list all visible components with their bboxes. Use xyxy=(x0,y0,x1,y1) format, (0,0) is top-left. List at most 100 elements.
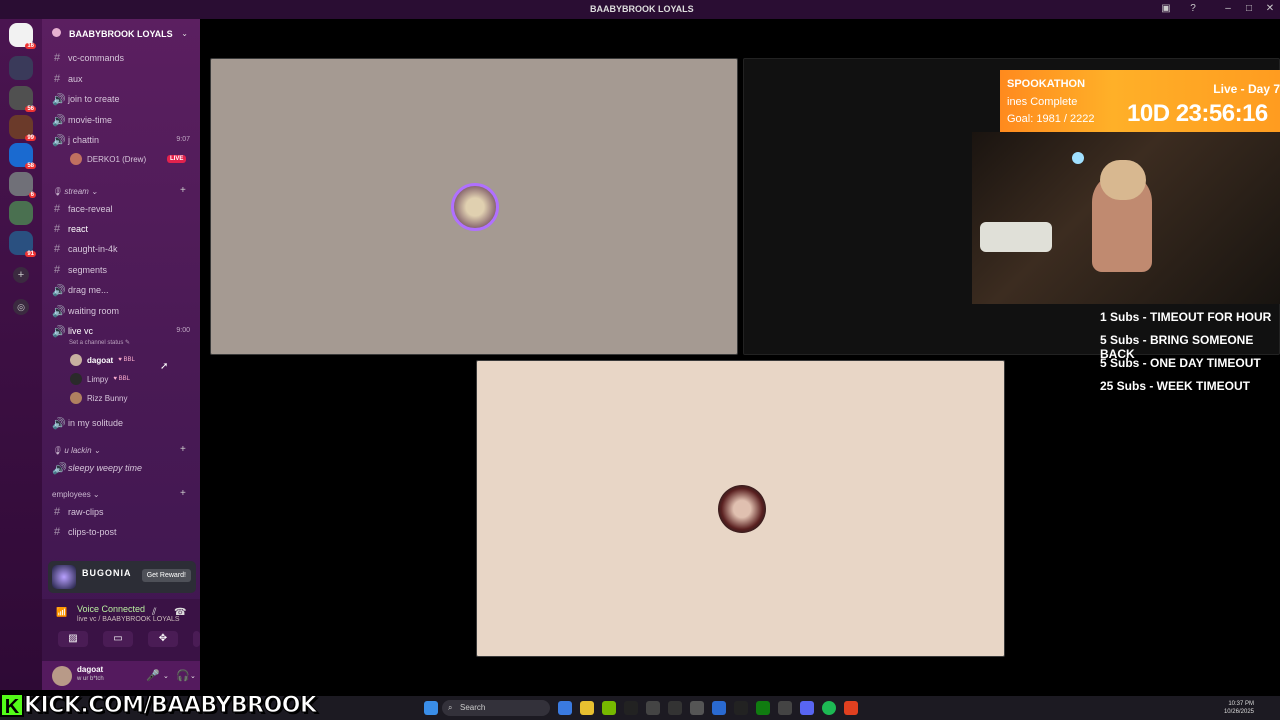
channel-voice[interactable]: 🔊 j chattin xyxy=(52,132,99,148)
avatar xyxy=(70,354,82,366)
channel-label: join to create xyxy=(68,94,120,104)
noise-suppression-icon[interactable]: ⫽ xyxy=(152,607,156,618)
hash-icon: # xyxy=(53,526,61,538)
voice-member[interactable]: DERKO1 (Drew) xyxy=(70,152,146,166)
app-icon[interactable] xyxy=(624,701,638,715)
participant-tile[interactable] xyxy=(476,360,1005,657)
category-stream[interactable]: 🎙 stream ⌄ xyxy=(52,187,98,196)
server-icon[interactable]: 58 xyxy=(9,143,36,169)
channel-label: clips-to-post xyxy=(68,527,117,537)
taskbar-search[interactable]: ⌕ Search xyxy=(442,700,550,716)
channel-text[interactable]: # raw-clips xyxy=(52,504,104,520)
member-tag: ♥ BBL xyxy=(118,357,135,363)
disconnect-icon[interactable]: ☎ xyxy=(174,607,186,618)
mic-icon[interactable]: 🎤 xyxy=(146,669,160,682)
app-icon[interactable] xyxy=(668,701,682,715)
server-icon[interactable]: 6 xyxy=(9,172,36,198)
channel-voice-active[interactable]: 🔊 live vc xyxy=(52,323,93,339)
member-tag: ♥ BBL xyxy=(113,376,130,382)
brave-icon[interactable] xyxy=(844,701,858,715)
sub-goal-line: 5 Subs - ONE DAY TIMEOUT xyxy=(1100,356,1261,370)
close-button[interactable]: ✕ xyxy=(1264,3,1276,15)
file-explorer-icon[interactable] xyxy=(580,701,594,715)
server-icon[interactable]: 99 xyxy=(9,115,36,141)
chevron-down-icon[interactable]: ⌄ xyxy=(163,672,169,680)
category-employees[interactable]: employees ⌄ xyxy=(52,490,100,499)
add-channel-icon[interactable]: + xyxy=(180,444,186,455)
speaker-icon: 🔊 xyxy=(52,114,66,127)
user-name[interactable]: dagoat xyxy=(77,665,103,674)
channel-text[interactable]: # segments xyxy=(52,262,107,278)
channel-voice[interactable]: 🔊 in my solitude xyxy=(52,415,123,431)
activities-icon[interactable]: ✥ xyxy=(148,631,178,647)
steam-icon[interactable] xyxy=(690,701,704,715)
channel-text[interactable]: # aux xyxy=(52,71,83,87)
discord-icon[interactable] xyxy=(800,701,814,715)
voice-member[interactable]: dagoat ♥ BBL xyxy=(70,353,135,367)
member-name: dagoat xyxy=(87,355,114,365)
add-server-icon[interactable]: + xyxy=(13,267,29,283)
voice-member[interactable]: Limpy ♥ BBL xyxy=(70,372,130,386)
channel-text[interactable]: # vc-commands xyxy=(52,50,124,66)
xbox-icon[interactable] xyxy=(756,701,770,715)
voice-channel-path[interactable]: live vc / BAABYBROOK LOYALS xyxy=(77,616,180,623)
server-name[interactable]: BAABYBROOK LOYALS xyxy=(69,29,173,39)
search-label: Search xyxy=(460,703,486,712)
avatar[interactable] xyxy=(52,666,72,686)
app-icon[interactable] xyxy=(712,701,726,715)
channel-voice[interactable]: 🔊 movie-time xyxy=(52,112,112,128)
streamer-hair-image xyxy=(1100,160,1146,200)
add-channel-icon[interactable]: + xyxy=(180,185,186,196)
overlay-day: Live - Day 7 xyxy=(1213,82,1280,96)
chevron-down-icon[interactable]: ⌄ xyxy=(190,672,196,680)
discover-icon[interactable]: ◎ xyxy=(13,299,29,315)
channel-label: drag me... xyxy=(68,285,109,295)
category-ulackin[interactable]: 🎙 u lackin ⌄ xyxy=(52,446,100,455)
server-icon[interactable] xyxy=(9,201,33,225)
server-list: 16 56 99 58 6 91 + ◎ xyxy=(0,19,42,690)
chevron-down-icon[interactable]: ⌄ xyxy=(181,29,188,38)
server-icon-active[interactable] xyxy=(9,56,33,80)
start-icon[interactable] xyxy=(424,701,438,715)
app-icon[interactable] xyxy=(646,701,660,715)
overlay-title: SPOOKATHON xyxy=(1007,78,1086,90)
reward-logo-icon xyxy=(52,565,76,589)
app-icon[interactable] xyxy=(778,701,792,715)
channel-text[interactable]: # caught-in-4k xyxy=(52,241,118,257)
camera-off-icon[interactable]: ▨ xyxy=(58,631,88,647)
voice-member[interactable]: Rizz Bunny xyxy=(70,391,127,405)
server-icon[interactable]: 56 xyxy=(9,86,36,112)
user-panel: dagoat w ur b*tch 🎤 ⌄ 🎧 ⌄ xyxy=(42,661,200,690)
channel-voice[interactable]: 🔊 sleepy weepy time xyxy=(52,460,142,476)
channel-text[interactable]: # react xyxy=(52,221,88,237)
soundboard-icon[interactable] xyxy=(193,631,200,647)
tag-label: BBL xyxy=(123,357,135,363)
hash-icon: # xyxy=(53,52,61,64)
system-clock[interactable]: 10:37 PM 10/26/2025 xyxy=(1224,700,1254,716)
maximize-button[interactable]: □ xyxy=(1243,3,1255,15)
help-icon[interactable]: ? xyxy=(1187,3,1199,15)
category-label: u lackin xyxy=(64,446,92,455)
channel-text[interactable]: # clips-to-post xyxy=(52,524,117,540)
minimize-button[interactable]: – xyxy=(1222,3,1234,15)
server-icon[interactable]: 91 xyxy=(9,231,36,257)
spotify-icon[interactable] xyxy=(822,701,836,715)
headphones-icon[interactable]: 🎧 xyxy=(176,669,190,682)
nvidia-icon[interactable] xyxy=(602,701,616,715)
get-reward-button[interactable]: Get Reward! xyxy=(141,569,191,582)
webcam-feed xyxy=(972,132,1280,304)
server-icon-home[interactable]: 16 xyxy=(9,23,36,49)
reward-banner[interactable]: BUGONIA Get Reward! xyxy=(48,561,196,593)
participant-tile[interactable] xyxy=(210,58,738,355)
taskview-icon[interactable] xyxy=(558,701,572,715)
clock-time: 10:37 PM xyxy=(1228,701,1254,707)
channel-text[interactable]: # face-reveal xyxy=(52,201,113,217)
screen-share-icon[interactable]: ▭ xyxy=(103,631,133,647)
channel-status-hint[interactable]: Set a channel status ✎ xyxy=(69,339,130,346)
add-channel-icon[interactable]: + xyxy=(180,488,186,499)
channel-voice[interactable]: 🔊 waiting room xyxy=(52,303,119,319)
channel-voice[interactable]: 🔊 join to create xyxy=(52,91,120,107)
app-icon[interactable] xyxy=(734,701,748,715)
inbox-icon[interactable]: ▣ xyxy=(1160,3,1172,15)
channel-voice[interactable]: 🔊 drag me... xyxy=(52,282,109,298)
